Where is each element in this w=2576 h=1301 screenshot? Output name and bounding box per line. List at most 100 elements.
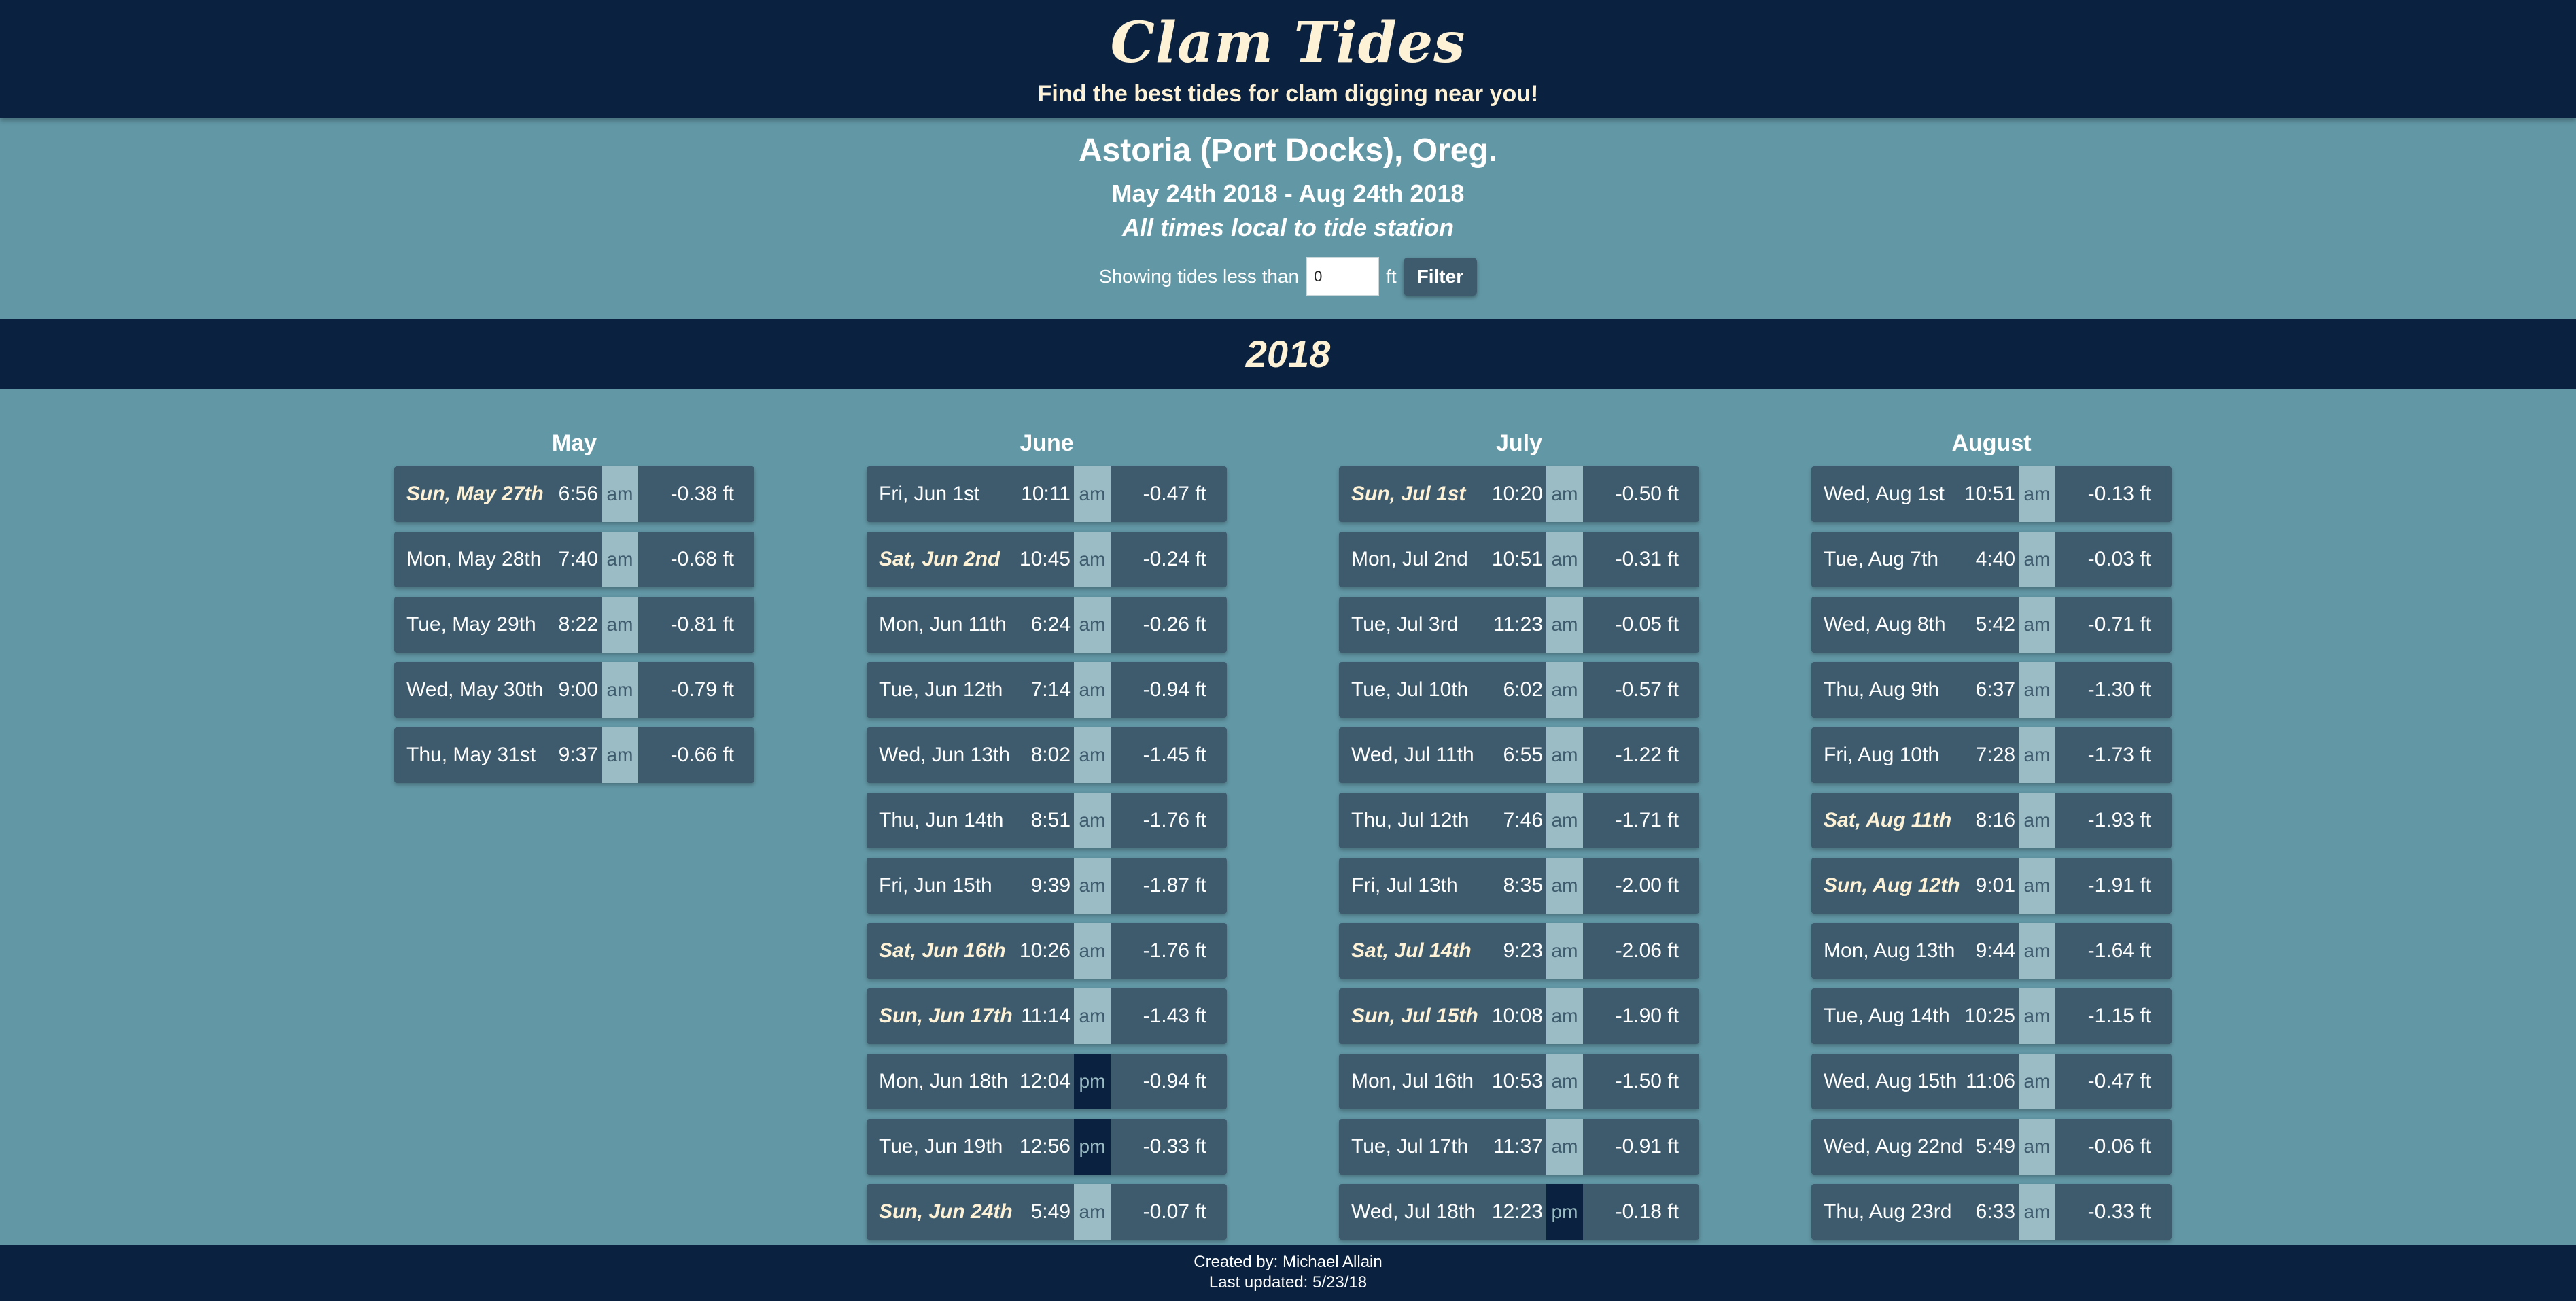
tide-row: Mon, May 28th 7:40 am -0.68 ft — [394, 532, 754, 587]
tide-time: 10:11 — [1021, 483, 1071, 505]
tide-row: Mon, Aug 13th 9:44 am -1.64 ft — [1811, 923, 2172, 979]
tide-height: -0.33 ft — [2087, 1200, 2151, 1223]
tide-time: 10:51 — [1964, 483, 2015, 505]
tide-time: 8:22 — [558, 613, 598, 636]
tide-row: Wed, Jul 11th 6:55 am -1.22 ft — [1339, 727, 1699, 783]
tide-row: Tue, Aug 7th 4:40 am -0.03 ft — [1811, 532, 2172, 587]
tide-height: -0.68 ft — [670, 548, 734, 570]
tide-time: 11:14 — [1021, 1005, 1071, 1027]
tide-row: Sun, Jul 15th 10:08 am -1.90 ft — [1339, 988, 1699, 1044]
timezone-note: All times local to tide station — [1121, 213, 1455, 241]
tide-height: -1.22 ft — [1615, 744, 1679, 766]
tide-threshold-input[interactable] — [1306, 257, 1380, 296]
tide-height: -1.91 ft — [2087, 874, 2151, 897]
tide-row: Sun, Jul 1st 10:20 am -0.50 ft — [1339, 466, 1699, 522]
year-label: 2018 — [1245, 332, 1331, 375]
tide-height: -1.76 ft — [1143, 939, 1206, 962]
tide-row: Sun, Jun 17th 11:14 am -1.43 ft — [867, 988, 1227, 1044]
tide-height: -0.31 ft — [1615, 548, 1679, 570]
station-info: Astoria (Port Docks), Oreg. May 24th 201… — [0, 118, 2576, 319]
tide-row: Tue, Jun 12th 7:14 am -0.94 ft — [867, 662, 1227, 718]
tide-row: Fri, Aug 10th 7:28 am -1.73 ft — [1811, 727, 2172, 783]
tide-time: 11:37 — [1493, 1135, 1543, 1158]
month-heading: August — [1951, 430, 2032, 456]
tide-row: Sat, Jun 16th 10:26 am -1.76 ft — [867, 923, 1227, 979]
year-banner: 2018 — [0, 319, 2576, 389]
date-range: May 24th 2018 - Aug 24th 2018 — [1111, 179, 1465, 207]
tide-time: 10:08 — [1491, 1005, 1543, 1027]
tide-height: -1.15 ft — [2087, 1005, 2151, 1027]
tide-row: Fri, Jun 1st 10:11 am -0.47 ft — [867, 466, 1227, 522]
tide-row: Tue, Jun 19th 12:56 pm -0.33 ft — [867, 1119, 1227, 1175]
tide-height: -0.50 ft — [1615, 483, 1679, 505]
tide-date: Fri, Jun 1st — [879, 483, 980, 505]
tide-time: 12:04 — [1019, 1070, 1071, 1092]
tide-height: -0.79 ft — [670, 678, 734, 701]
tide-time: 11:23 — [1493, 613, 1543, 636]
tide-row: Wed, May 30th 9:00 am -0.79 ft — [394, 662, 754, 718]
tide-row: Tue, May 29th 8:22 am -0.81 ft — [394, 597, 754, 653]
month-column-june: June Fri, Jun 1st 10:11 am -0.47 ft Sat, Jun… — [867, 389, 1227, 1249]
month-heading: June — [1020, 430, 1074, 456]
tide-height: -0.66 ft — [670, 744, 734, 766]
tide-time: 6:24 — [1030, 613, 1071, 636]
filter-button[interactable]: Filter — [1403, 258, 1478, 296]
tide-row: Wed, Aug 22nd 5:49 am -0.06 ft — [1811, 1119, 2172, 1175]
tide-time: 10:26 — [1019, 939, 1071, 962]
tide-time: 11:06 — [1966, 1070, 2015, 1092]
tide-time: 9:00 — [558, 678, 598, 701]
tide-time: 10:53 — [1491, 1070, 1543, 1092]
tide-row: Mon, Jun 18th 12:04 pm -0.94 ft — [867, 1054, 1227, 1109]
tide-time: 7:40 — [558, 548, 598, 570]
footer-updated: Last updated: 5/23/18 — [1208, 1273, 1368, 1291]
tide-height: -0.18 ft — [1615, 1200, 1679, 1223]
tide-row: Sat, Jun 2nd 10:45 am -0.24 ft — [867, 532, 1227, 587]
tide-row: Mon, Jul 16th 10:53 am -1.50 ft — [1339, 1054, 1699, 1109]
tide-time: 8:35 — [1503, 874, 1543, 897]
tide-row: Tue, Jul 10th 6:02 am -0.57 ft — [1339, 662, 1699, 718]
tide-row: Wed, Jul 18th 12:23 pm -0.18 ft — [1339, 1184, 1699, 1240]
tide-row: Mon, Jun 11th 6:24 am -0.26 ft — [867, 597, 1227, 653]
tide-time: 4:40 — [1975, 548, 2015, 570]
site-tagline: Find the best tides for clam digging nea… — [1037, 81, 1539, 107]
tide-height: -0.33 ft — [1143, 1135, 1206, 1158]
tide-height: -0.13 ft — [2087, 483, 2151, 505]
tide-row: Sat, Aug 11th 8:16 am -1.93 ft — [1811, 793, 2172, 848]
tide-time: 6:56 — [558, 483, 598, 505]
tide-time: 7:46 — [1503, 809, 1543, 831]
tide-time: 5:42 — [1975, 613, 2015, 636]
tide-row: Tue, Jul 3rd 11:23 am -0.05 ft — [1339, 597, 1699, 653]
station-name: Astoria (Port Docks), Oreg. — [1078, 133, 1498, 169]
tide-height: -0.57 ft — [1615, 678, 1679, 701]
tide-height: -0.47 ft — [1143, 483, 1206, 505]
site-header: Clam Tides Find the best tides for clam … — [0, 0, 2576, 118]
tide-height: -0.05 ft — [1615, 613, 1679, 636]
tide-height: -2.00 ft — [1615, 874, 1679, 897]
month-column-august: August Wed, Aug 1st 10:51 am -0.13 ft Tue, A… — [1811, 389, 2172, 1249]
tide-time: 10:45 — [1019, 548, 1071, 570]
tide-row: Wed, Aug 8th 5:42 am -0.71 ft — [1811, 597, 2172, 653]
tide-height: -0.38 ft — [670, 483, 734, 505]
tide-time: 6:55 — [1503, 744, 1543, 766]
filter-label: Showing tides less than — [1098, 266, 1300, 287]
tide-time: 8:16 — [1975, 809, 2015, 831]
tide-row: Mon, Jul 2nd 10:51 am -0.31 ft — [1339, 532, 1699, 587]
tide-row: Thu, Aug 23rd 6:33 am -0.33 ft — [1811, 1184, 2172, 1240]
tide-row: Sun, Jun 24th 5:49 am -0.07 ft — [867, 1184, 1227, 1240]
tide-time: 8:51 — [1030, 809, 1071, 831]
tide-height: -1.76 ft — [1143, 809, 1206, 831]
tide-height: -0.07 ft — [1143, 1200, 1206, 1223]
tide-row: Sun, Aug 12th 9:01 am -1.91 ft — [1811, 858, 2172, 914]
site-title: Clam Tides — [1110, 10, 1466, 75]
tide-height: -1.43 ft — [1143, 1005, 1206, 1027]
tide-row: Sat, Jul 14th 9:23 am -2.06 ft — [1339, 923, 1699, 979]
tide-time: 12:23 — [1491, 1200, 1543, 1223]
tide-height: -1.50 ft — [1615, 1070, 1679, 1092]
site-footer: Created by: Michael Allain Last updated:… — [0, 1245, 2576, 1301]
tide-height: -0.03 ft — [2087, 548, 2151, 570]
tide-height: -1.73 ft — [2087, 744, 2151, 766]
tide-time: 9:23 — [1503, 939, 1543, 962]
tide-row: Thu, May 31st 9:37 am -0.66 ft — [394, 727, 754, 783]
tide-height: -0.81 ft — [670, 613, 734, 636]
tide-height: -0.47 ft — [2087, 1070, 2151, 1092]
